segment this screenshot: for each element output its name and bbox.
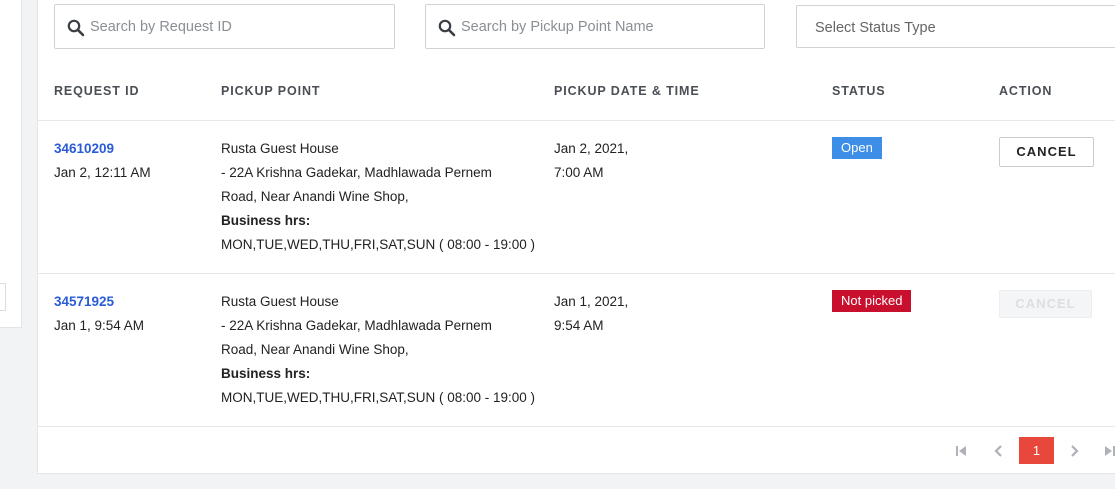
request-id-link[interactable]: 34610209: [54, 137, 151, 161]
business-hours-label: Business hrs:: [221, 213, 311, 228]
page-number-current[interactable]: 1: [1019, 437, 1054, 464]
pickup-date: Jan 2, 2021,: [554, 141, 629, 156]
pickup-name: Rusta Guest House: [221, 141, 339, 156]
cancel-button-disabled: CANCEL: [999, 290, 1092, 318]
header-request-id: REQUEST ID: [54, 84, 140, 98]
status-type-select[interactable]: Select Status Type: [796, 5, 1115, 48]
requests-card: Select Status Type REQUEST ID PICKUP POI…: [37, 0, 1115, 474]
row-divider: [38, 273, 1115, 274]
last-page-icon[interactable]: [1100, 444, 1115, 458]
search-icon: [438, 19, 456, 37]
status-badge: Open: [832, 137, 882, 159]
search-icon: [67, 19, 85, 37]
header-action: ACTION: [999, 84, 1053, 98]
header-pickup-datetime: PICKUP DATE & TIME: [554, 84, 700, 98]
pickup-address-line1: - 22A Krishna Gadekar, Madhlawada Pernem: [221, 165, 492, 180]
search-pickup-input[interactable]: [461, 5, 758, 48]
pickup-address-line2: Road, Near Anandi Wine Shop,: [221, 189, 409, 204]
pickup-address-line1: - 22A Krishna Gadekar, Madhlawada Pernem: [221, 318, 492, 333]
table-bottom-divider: [38, 426, 1115, 427]
search-pickup-box[interactable]: [425, 4, 765, 49]
cancel-button[interactable]: CANCEL: [999, 137, 1094, 167]
pickup-time: 9:54 AM: [554, 318, 604, 333]
request-date: Jan 2, 12:11 AM: [54, 165, 151, 180]
business-hours-label: Business hrs:: [221, 366, 311, 381]
request-id-link[interactable]: 34571925: [54, 290, 144, 314]
chevron-right-icon[interactable]: [1064, 444, 1084, 458]
first-page-icon[interactable]: [951, 444, 971, 458]
status-type-select-label: Select Status Type: [815, 20, 936, 36]
header-divider: [38, 120, 1115, 121]
pickup-name: Rusta Guest House: [221, 294, 339, 309]
search-request-input[interactable]: [90, 5, 388, 48]
chevron-left-icon[interactable]: [989, 444, 1009, 458]
left-panel-tab[interactable]: [0, 283, 6, 311]
pickup-date: Jan 1, 2021,: [554, 294, 629, 309]
search-request-box[interactable]: [54, 4, 395, 49]
header-pickup-point: PICKUP POINT: [221, 84, 321, 98]
pickup-address-line2: Road, Near Anandi Wine Shop,: [221, 342, 409, 357]
status-badge: Not picked: [832, 290, 912, 312]
business-hours: MON,TUE,WED,THU,FRI,SAT,SUN ( 08:00 - 19…: [221, 237, 536, 252]
header-status: STATUS: [832, 84, 886, 98]
pickup-time: 7:00 AM: [554, 165, 604, 180]
left-panel: [0, 0, 22, 328]
business-hours: MON,TUE,WED,THU,FRI,SAT,SUN ( 08:00 - 19…: [221, 390, 536, 405]
request-date: Jan 1, 9:54 AM: [54, 318, 145, 333]
